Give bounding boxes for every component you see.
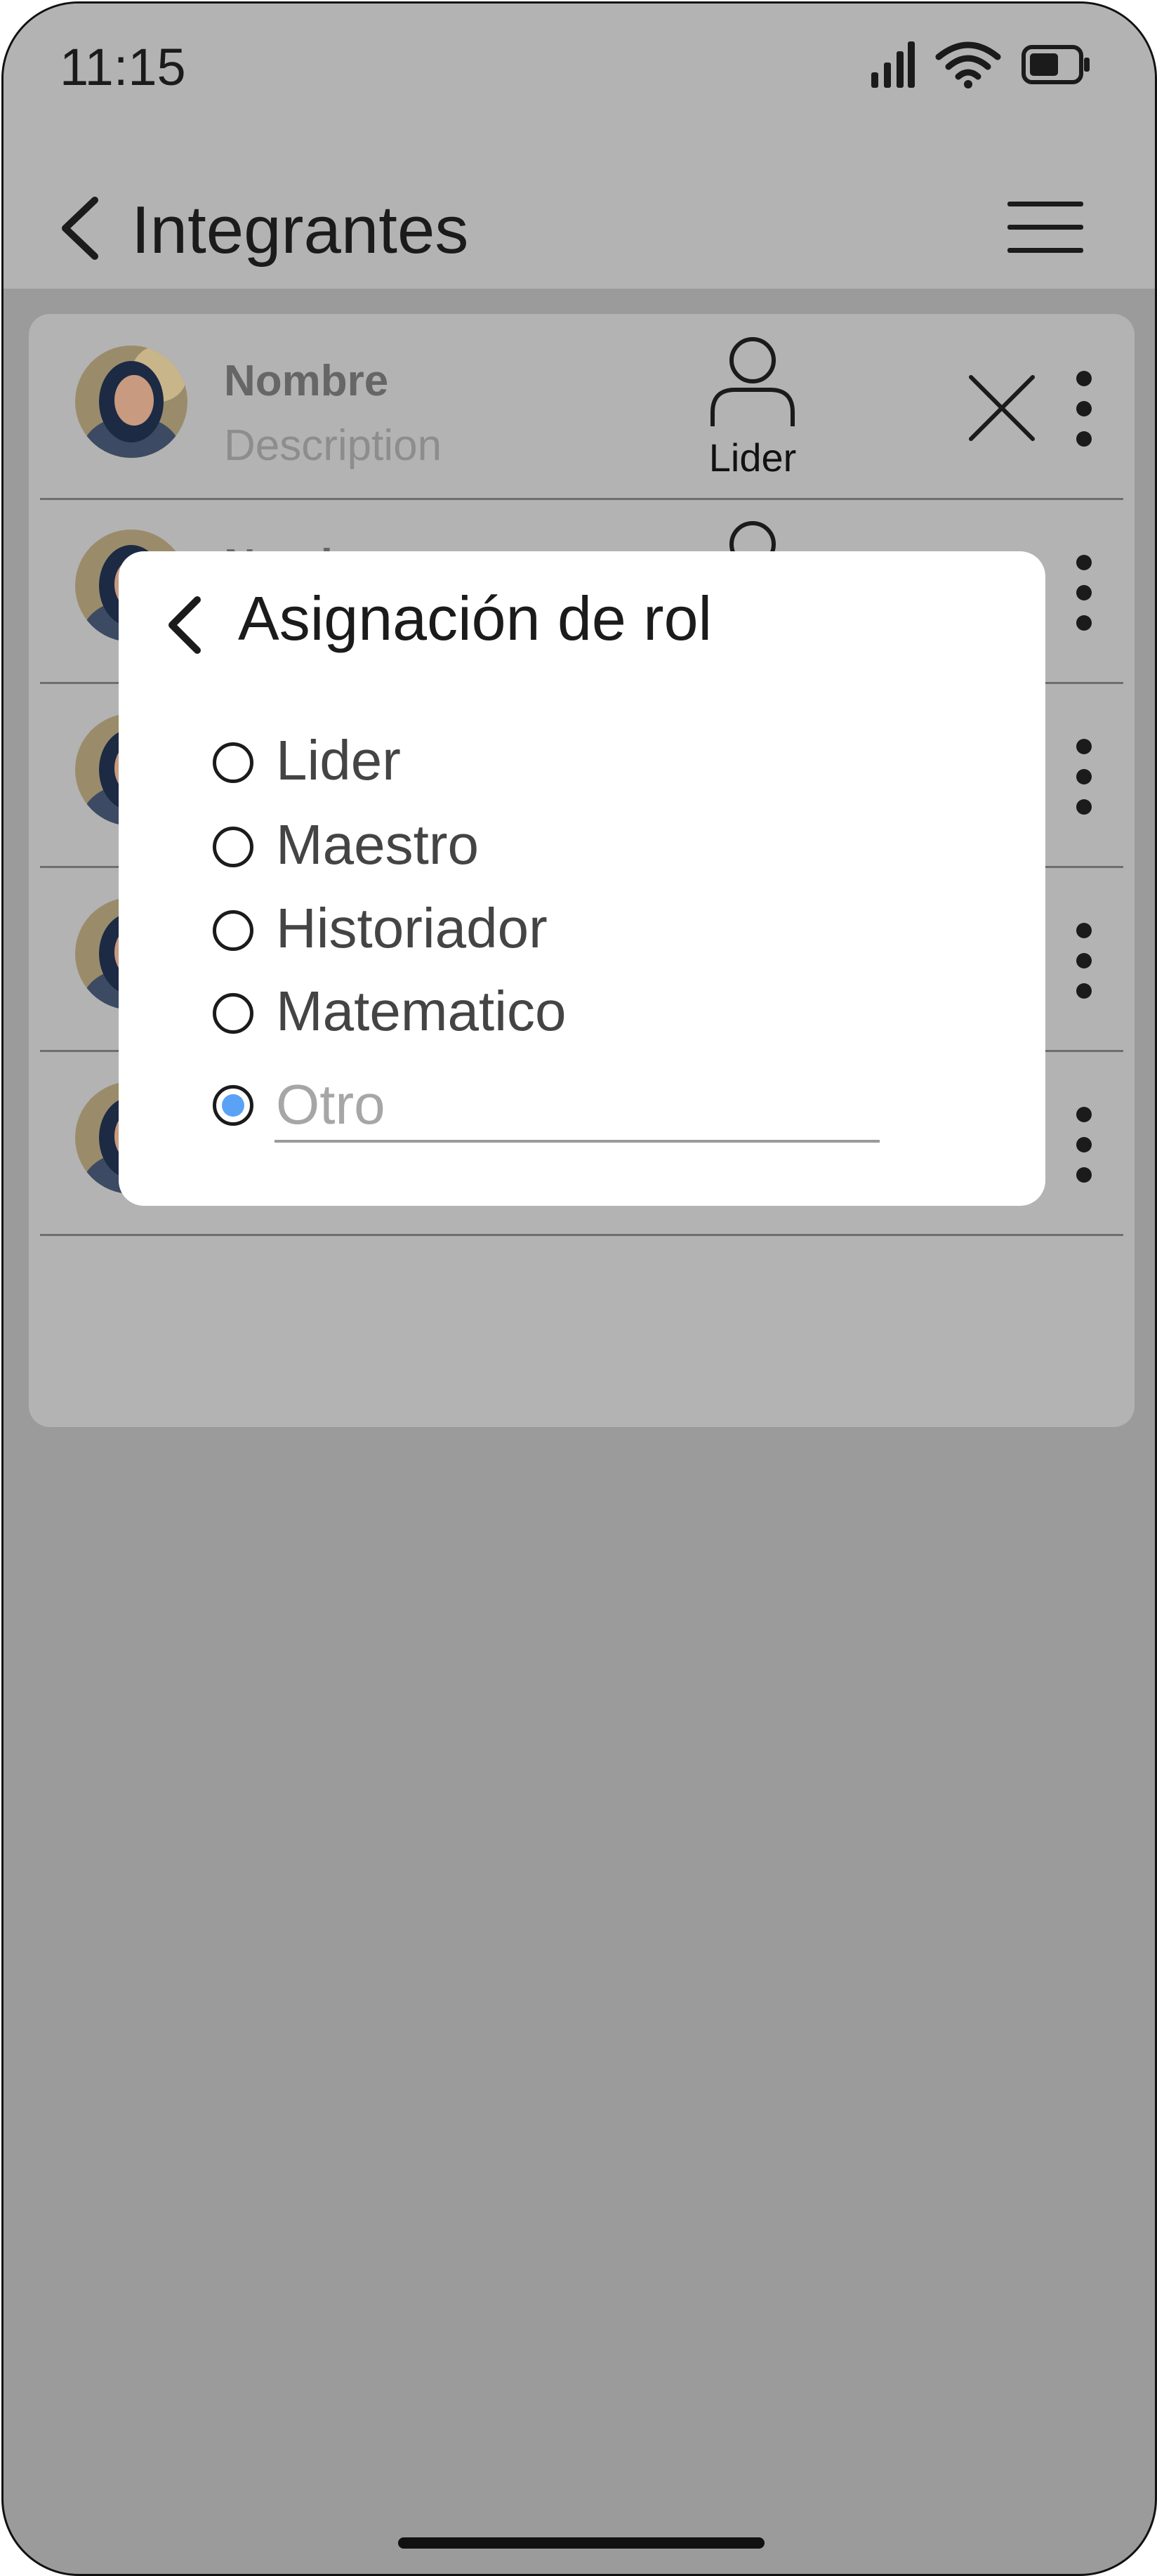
page-title: Integrantes xyxy=(131,192,469,268)
battery-icon xyxy=(1022,45,1090,84)
radio-button[interactable] xyxy=(213,910,253,951)
role-option-maestro[interactable]: Maestro xyxy=(213,811,985,888)
role-option-historiador[interactable]: Historiador xyxy=(213,895,985,972)
radio-button[interactable] xyxy=(213,827,253,867)
chevron-left-icon xyxy=(62,197,98,260)
role-assignment-dialog: Asignación de rol Lider Maestro Historia… xyxy=(119,551,1045,1206)
more-vertical-icon xyxy=(1076,923,1092,999)
more-options-button[interactable] xyxy=(1070,922,1098,999)
person-icon xyxy=(710,337,795,426)
more-vertical-icon xyxy=(1076,1107,1092,1183)
phone-frame: 11:15 Integrantes Nombre Description Lid… xyxy=(1,1,1157,2576)
back-button[interactable] xyxy=(53,193,109,263)
more-options-button[interactable] xyxy=(1070,370,1098,447)
more-options-button[interactable] xyxy=(1070,1106,1098,1183)
home-indicator[interactable] xyxy=(398,2537,765,2549)
more-options-button[interactable] xyxy=(1070,738,1098,815)
dialog-title: Asignación de rol xyxy=(238,584,713,653)
role-indicator[interactable]: Lider xyxy=(700,336,805,484)
hamburger-icon xyxy=(1007,202,1083,253)
member-description: Description xyxy=(224,421,442,470)
role-option-matematico[interactable]: Matematico xyxy=(213,978,985,1055)
radio-button[interactable] xyxy=(213,993,253,1034)
dialog-back-button[interactable] xyxy=(161,590,210,660)
role-label: Lider xyxy=(708,435,797,480)
radio-button[interactable] xyxy=(213,742,253,783)
chevron-left-icon xyxy=(168,596,201,654)
role-option-other[interactable] xyxy=(213,1070,985,1147)
role-option-lider[interactable]: Lider xyxy=(213,727,985,804)
member-row[interactable]: Nombre Description Lider xyxy=(40,314,1123,500)
wifi-icon xyxy=(935,41,1001,88)
status-icons xyxy=(870,40,1092,89)
status-time: 11:15 xyxy=(60,38,186,96)
member-name: Nombre xyxy=(224,357,389,405)
role-option-label: Maestro xyxy=(276,813,479,876)
other-role-input[interactable] xyxy=(275,1070,880,1143)
radio-button-selected[interactable] xyxy=(213,1085,253,1126)
more-vertical-icon xyxy=(1076,739,1092,815)
avatar xyxy=(75,346,187,458)
role-option-label: Lider xyxy=(276,729,401,791)
role-option-label: Matematico xyxy=(276,980,567,1042)
more-options-button[interactable] xyxy=(1070,554,1098,631)
role-option-label: Historiador xyxy=(276,897,548,959)
more-vertical-icon xyxy=(1076,371,1092,447)
app-bar: Integrantes xyxy=(4,144,1155,289)
status-bar: 11:15 xyxy=(4,4,1155,144)
remove-member-button[interactable] xyxy=(967,373,1037,443)
more-vertical-icon xyxy=(1076,555,1092,631)
close-icon xyxy=(969,375,1035,441)
signal-icon xyxy=(871,41,915,88)
menu-button[interactable] xyxy=(1006,199,1085,255)
